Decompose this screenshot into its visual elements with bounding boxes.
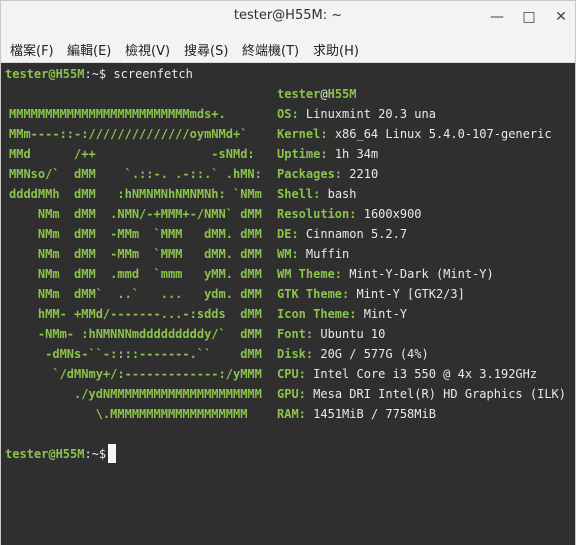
logo-row: NMm dMM .NMN/-+MMM+-/NMN` dMM bbox=[9, 207, 262, 221]
info-label: Kernel: bbox=[277, 127, 328, 141]
info-label: Shell: bbox=[277, 187, 321, 201]
logo-row: ddddMMh dMM :hNMNMNhNMNMNh: `NMm bbox=[9, 187, 262, 201]
info-label: Packages: bbox=[277, 167, 343, 181]
menu-edit[interactable]: 編輯(E) bbox=[67, 40, 111, 59]
close-icon[interactable]: ✕ bbox=[552, 8, 570, 26]
info-value: 20G / 577G (4%) bbox=[320, 347, 429, 361]
info-label: WM Theme: bbox=[277, 267, 343, 281]
logo-row: MMNso/` dMM `.::-. .-::.` .hMN: bbox=[9, 167, 262, 181]
prompt-user-host: tester@H55M bbox=[5, 67, 85, 81]
info-row: Icon Theme: Mint-Y bbox=[277, 304, 407, 324]
info-value: Mint-Y-Dark (Mint-Y) bbox=[349, 267, 494, 281]
info-row: Resolution: 1600x900 bbox=[277, 204, 422, 224]
info-row: WM: Muffin bbox=[277, 244, 349, 264]
info-value: Cinnamon 5.2.7 bbox=[305, 227, 408, 241]
menu-terminal[interactable]: 終端機(T) bbox=[242, 40, 299, 59]
title-bar[interactable]: tester@H55M: ~ — □ ✕ bbox=[1, 1, 575, 33]
info-label: RAM: bbox=[277, 407, 306, 421]
terminal-window: tester@H55M: ~ — □ ✕ 檔案(F) 編輯(E) 檢視(V) 搜… bbox=[0, 0, 576, 545]
command-text: screenfetch bbox=[113, 67, 193, 81]
username: tester bbox=[277, 87, 321, 101]
info-label: Icon Theme: bbox=[277, 307, 357, 321]
logo-row: MMm----::-://////////////oymNMd+` bbox=[9, 127, 248, 141]
info-value: bash bbox=[327, 187, 357, 201]
info-row: WM Theme: Mint-Y-Dark (Mint-Y) bbox=[277, 264, 494, 284]
prompt-user-host-2: tester@H55M bbox=[5, 447, 85, 461]
info-label: DE: bbox=[277, 227, 299, 241]
logo-row: NMm dMM` ..` ... ydm. dMM bbox=[9, 287, 262, 301]
menu-file[interactable]: 檔案(F) bbox=[10, 40, 54, 59]
info-value: Intel Core i3 550 @ 4x 3.192GHz bbox=[313, 367, 538, 381]
menu-search[interactable]: 搜尋(S) bbox=[184, 40, 228, 59]
info-label: Disk: bbox=[277, 347, 314, 361]
info-label: Resolution: bbox=[277, 207, 357, 221]
logo-row: ./ydNMMMMMMMMMMMMMMMMMMMMM bbox=[9, 387, 262, 401]
info-value: Mint-Y [GTK2/3] bbox=[356, 287, 465, 301]
info-value: x86_64 Linux 5.4.0-107-generic bbox=[334, 127, 552, 141]
menu-view[interactable]: 檢視(V) bbox=[125, 40, 170, 59]
info-row: CPU: Intel Core i3 550 @ 4x 3.192GHz bbox=[277, 364, 537, 384]
info-row: GPU: Mesa DRI Intel(R) HD Graphics (ILK) bbox=[277, 384, 566, 404]
info-row: Uptime: 1h 34m bbox=[277, 144, 378, 164]
logo-row: hMM- +MMd/-------...-:sdds dMM bbox=[9, 307, 262, 321]
info-value: 1600x900 bbox=[363, 207, 422, 221]
info-value: Mint-Y bbox=[363, 307, 408, 321]
minimize-icon[interactable]: — bbox=[488, 8, 506, 26]
info-value: Linuxmint 20.3 una bbox=[305, 107, 436, 121]
info-row: GTK Theme: Mint-Y [GTK2/3] bbox=[277, 284, 465, 304]
logo-row: NMm dMM .mmd `mmm yMM. dMM bbox=[9, 267, 262, 281]
prompt-line-2: tester@H55M:~$ bbox=[5, 444, 113, 464]
logo-row: NMm dMM -MMm `MMM dMM. dMM bbox=[9, 247, 262, 261]
info-label: GTK Theme: bbox=[277, 287, 350, 301]
logo-row: MMd /++ -sNMd: bbox=[9, 147, 255, 161]
info-label: Font: bbox=[277, 327, 314, 341]
at-sign: @ bbox=[320, 87, 328, 101]
menu-help[interactable]: 求助(H) bbox=[313, 40, 359, 59]
info-value: 1451MiB / 7758MiB bbox=[313, 407, 436, 421]
logo-row: -dMNs-``-::::-------.`` dMM bbox=[9, 347, 262, 361]
text-cursor bbox=[108, 444, 116, 463]
logo-row: -NMm- :hNMNNNmdddddddddy/` dMM bbox=[9, 327, 262, 341]
info-label: CPU: bbox=[277, 367, 306, 381]
prompt-path: :~$ bbox=[84, 67, 114, 81]
hostname: H55M bbox=[327, 87, 357, 101]
maximize-icon[interactable]: □ bbox=[520, 8, 538, 26]
userhost-line: tester@H55M bbox=[277, 84, 357, 104]
info-value: 2210 bbox=[349, 167, 379, 181]
info-row: DE: Cinnamon 5.2.7 bbox=[277, 224, 407, 244]
logo-row: `/dMNmy+/:-------------:/yMMM bbox=[9, 367, 262, 381]
info-value: Mesa DRI Intel(R) HD Graphics (ILK) bbox=[313, 387, 567, 401]
info-value: Muffin bbox=[305, 247, 350, 261]
logo-row: NMm dMM -MMm `MMM dMM. dMM bbox=[9, 227, 262, 241]
logo-row: MMMMMMMMMMMMMMMMMMMMMMMMMmds+. bbox=[9, 107, 226, 121]
info-row: Kernel: x86_64 Linux 5.4.0-107-generic bbox=[277, 124, 552, 144]
info-row: Packages: 2210 bbox=[277, 164, 378, 184]
info-row: OS: Linuxmint 20.3 una bbox=[277, 104, 436, 124]
logo-row: \.MMMMMMMMMMMMMMMMMMM bbox=[9, 407, 248, 421]
info-row: Font: Ubuntu 10 bbox=[277, 324, 385, 344]
info-value: 1h 34m bbox=[334, 147, 379, 161]
info-label: Uptime: bbox=[277, 147, 328, 161]
info-row: Disk: 20G / 577G (4%) bbox=[277, 344, 429, 364]
info-label: WM: bbox=[277, 247, 299, 261]
info-label: OS: bbox=[277, 107, 299, 121]
menu-bar: 檔案(F) 編輯(E) 檢視(V) 搜尋(S) 終端機(T) 求助(H) bbox=[1, 33, 575, 63]
info-label: GPU: bbox=[277, 387, 306, 401]
terminal-output[interactable]: tester@H55M:~$ screenfetch MMMMMMMMMMMMM… bbox=[1, 63, 575, 545]
info-value: Ubuntu 10 bbox=[320, 327, 386, 341]
info-row: RAM: 1451MiB / 7758MiB bbox=[277, 404, 436, 424]
prompt-line-1: tester@H55M:~$ screenfetch bbox=[5, 64, 193, 84]
info-row: Shell: bash bbox=[277, 184, 357, 204]
